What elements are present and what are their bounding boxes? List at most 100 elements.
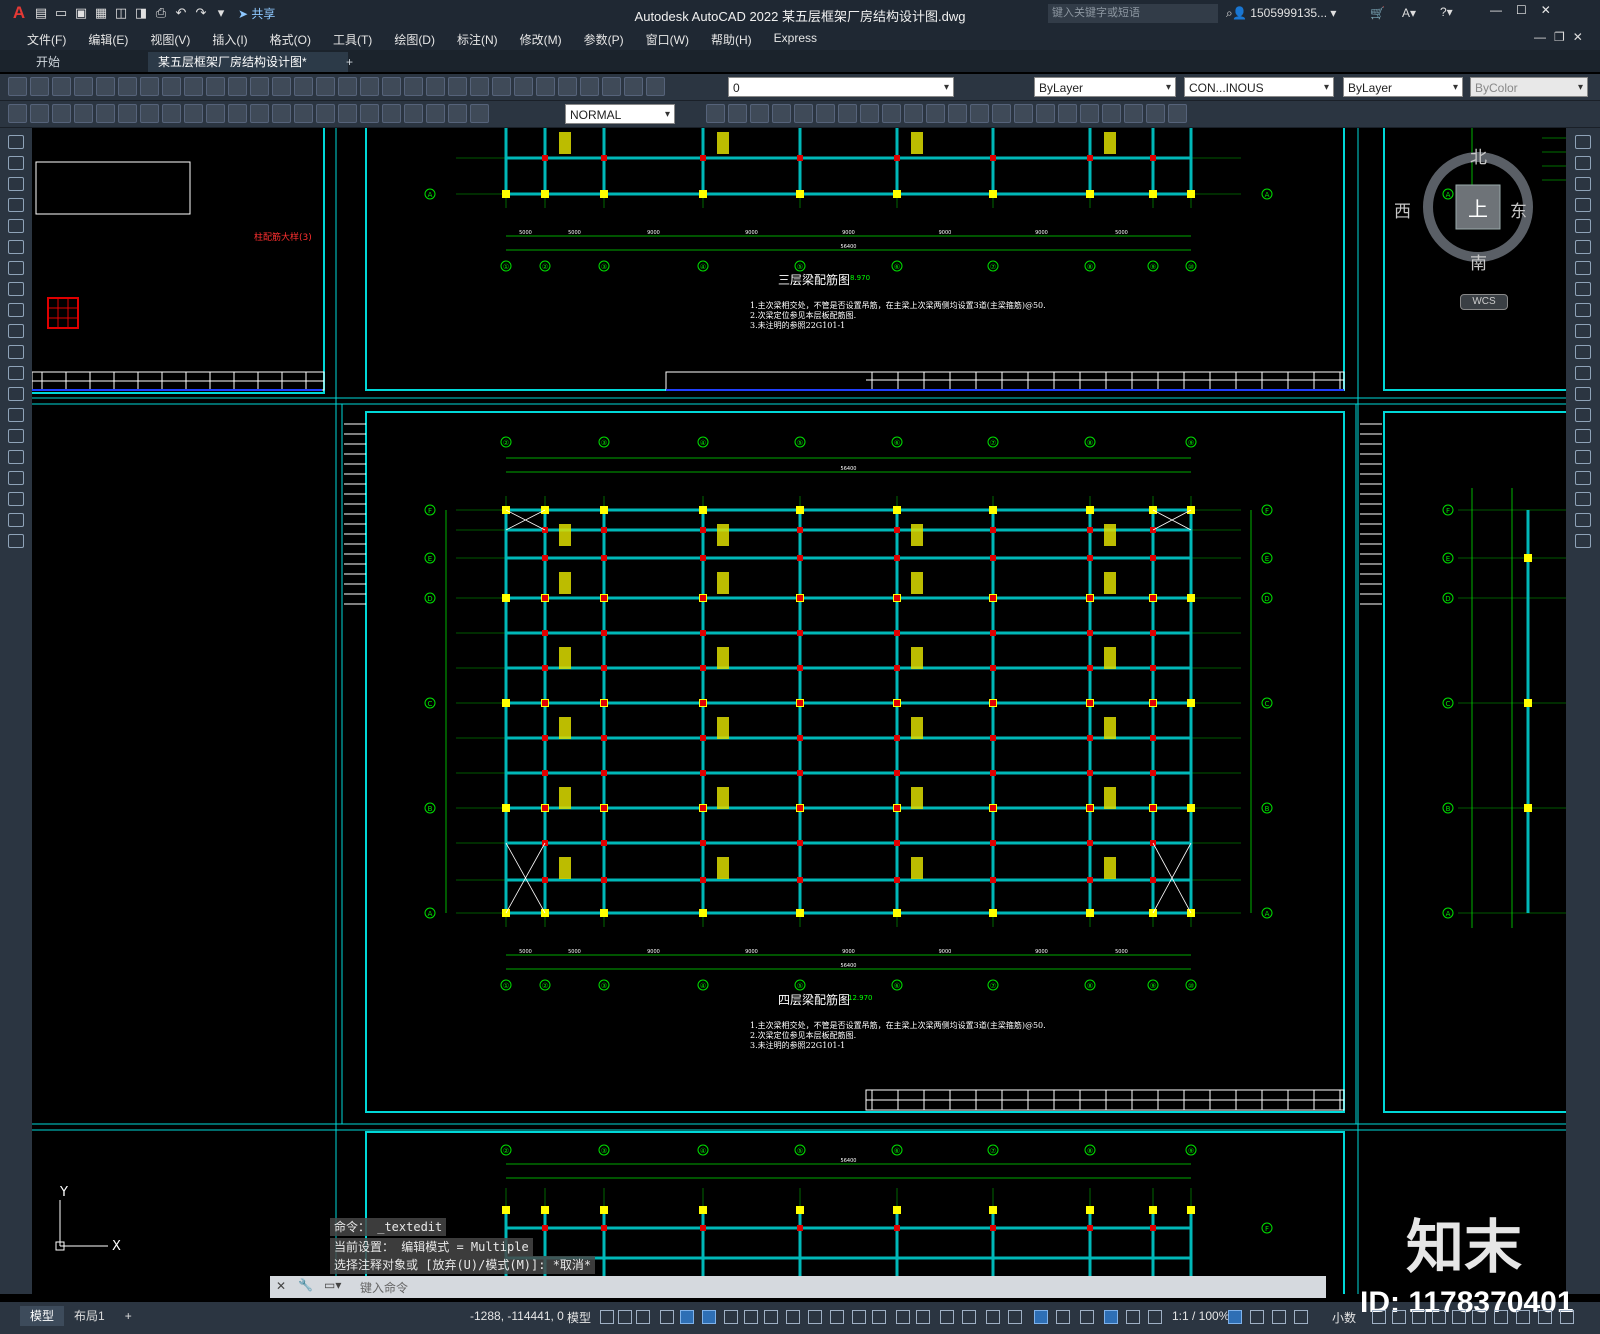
modify-tool-icon[interactable] — [1575, 534, 1591, 548]
status-toggle-icon[interactable] — [1272, 1310, 1286, 1324]
menu-modify[interactable]: 修改(M) — [509, 31, 573, 48]
menu-edit[interactable]: 编辑(E) — [77, 31, 139, 48]
modify-tool-icon[interactable] — [904, 104, 923, 123]
status-toggle-icon[interactable] — [1560, 1310, 1574, 1324]
web-save-icon[interactable]: ◨ — [132, 4, 150, 22]
modify-tool-icon[interactable] — [1575, 219, 1591, 233]
modify-tool-icon[interactable] — [1575, 492, 1591, 506]
status-toggle-icon[interactable] — [1372, 1310, 1386, 1324]
share-button[interactable]: ➤ 共享 — [238, 5, 275, 22]
dim-tool-icon[interactable] — [184, 104, 203, 123]
standard-tool-icon[interactable] — [96, 77, 115, 96]
draw-tool-icon[interactable] — [8, 282, 24, 296]
doc-minimize-icon[interactable]: — — [1534, 30, 1546, 44]
viewcube-top-label[interactable]: 上 — [1468, 193, 1488, 222]
modify-tool-icon[interactable] — [1575, 135, 1591, 149]
layer-dropdown[interactable]: 0 — [728, 77, 954, 98]
standard-tool-icon[interactable] — [624, 77, 643, 96]
modify-tool-icon[interactable] — [1575, 156, 1591, 170]
command-prompt-icon[interactable]: ▭▾ — [324, 1278, 341, 1292]
close-icon[interactable]: ✕ — [1541, 3, 1551, 17]
doc-restore-icon[interactable]: ❐ — [1554, 30, 1565, 44]
draw-tool-icon[interactable] — [8, 534, 24, 548]
annotation-scale[interactable]: 1:1 / 100% — [1172, 1309, 1229, 1323]
modify-tool-icon[interactable] — [1575, 282, 1591, 296]
draw-tool-icon[interactable] — [8, 303, 24, 317]
status-toggle-icon[interactable] — [1494, 1310, 1508, 1324]
modify-tool-icon[interactable] — [794, 104, 813, 123]
status-toggle-icon[interactable] — [636, 1310, 650, 1324]
command-input[interactable]: 键入命令 — [360, 1279, 408, 1296]
modify-tool-icon[interactable] — [838, 104, 857, 123]
standard-tool-icon[interactable] — [580, 77, 599, 96]
menu-format[interactable]: 格式(O) — [259, 31, 322, 48]
standard-tool-icon[interactable] — [184, 77, 203, 96]
status-toggle-icon[interactable] — [1148, 1310, 1162, 1324]
modify-tool-icon[interactable] — [1575, 240, 1591, 254]
status-toggle-icon[interactable] — [808, 1310, 822, 1324]
new-icon[interactable]: ▤ — [32, 4, 50, 22]
modify-tool-icon[interactable] — [816, 104, 835, 123]
draw-tool-icon[interactable] — [8, 177, 24, 191]
linetype-dropdown[interactable]: CON...INOUS — [1184, 77, 1334, 98]
coordinate-readout[interactable]: -1288, -114441, 0 — [470, 1309, 564, 1323]
status-toggle-icon[interactable] — [724, 1310, 738, 1324]
menu-view[interactable]: 视图(V) — [139, 31, 201, 48]
tab-layout1[interactable]: 布局1 — [64, 1306, 115, 1326]
standard-tool-icon[interactable] — [162, 77, 181, 96]
standard-tool-icon[interactable] — [360, 77, 379, 96]
draw-tool-icon[interactable] — [8, 240, 24, 254]
dim-tool-icon[interactable] — [426, 104, 445, 123]
menu-help[interactable]: 帮助(H) — [700, 31, 763, 48]
cart-icon[interactable]: 🛒 — [1370, 6, 1385, 20]
status-toggle-icon[interactable] — [1392, 1310, 1406, 1324]
compass-north[interactable]: 北 — [1470, 143, 1487, 168]
dim-tool-icon[interactable] — [272, 104, 291, 123]
dim-tool-icon[interactable] — [140, 104, 159, 123]
open-icon[interactable]: ▭ — [52, 4, 70, 22]
menu-draw[interactable]: 绘图(D) — [383, 31, 446, 48]
modify-tool-icon[interactable] — [1102, 104, 1121, 123]
standard-tool-icon[interactable] — [448, 77, 467, 96]
modify-tool-icon[interactable] — [1575, 387, 1591, 401]
standard-tool-icon[interactable] — [536, 77, 555, 96]
modify-tool-icon[interactable] — [728, 104, 747, 123]
modify-tool-icon[interactable] — [1575, 408, 1591, 422]
standard-tool-icon[interactable] — [316, 77, 335, 96]
compass-west[interactable]: 西 — [1394, 197, 1411, 222]
dim-tool-icon[interactable] — [206, 104, 225, 123]
draw-tool-icon[interactable] — [8, 408, 24, 422]
color-dropdown[interactable]: ByLayer — [1034, 77, 1176, 98]
status-toggle-icon[interactable] — [660, 1310, 674, 1324]
modify-tool-icon[interactable] — [1575, 261, 1591, 275]
dim-tool-icon[interactable] — [96, 104, 115, 123]
dim-tool-icon[interactable] — [404, 104, 423, 123]
status-toggle-icon[interactable] — [1228, 1310, 1242, 1324]
dim-tool-icon[interactable] — [294, 104, 313, 123]
draw-tool-icon[interactable] — [8, 261, 24, 275]
menu-file[interactable]: 文件(F) — [16, 31, 77, 48]
status-toggle-icon[interactable] — [1412, 1310, 1426, 1324]
status-toggle-icon[interactable] — [702, 1310, 716, 1324]
status-toggle-icon[interactable] — [618, 1310, 632, 1324]
status-toggle-icon[interactable] — [1034, 1310, 1048, 1324]
modify-tool-icon[interactable] — [1080, 104, 1099, 123]
modify-tool-icon[interactable] — [706, 104, 725, 123]
modify-tool-icon[interactable] — [1575, 450, 1591, 464]
menu-dimension[interactable]: 标注(N) — [446, 31, 509, 48]
standard-tool-icon[interactable] — [646, 77, 665, 96]
status-toggle-icon[interactable] — [764, 1310, 778, 1324]
drawing-canvas[interactable]: 柱配筋大样(3) 5000 5000 9000 9000 9000 9000 9000 500… — [32, 128, 1566, 1294]
plot-icon[interactable]: ⎙ — [152, 4, 170, 22]
modify-tool-icon[interactable] — [1575, 324, 1591, 338]
application-menu-icon[interactable]: A — [8, 4, 30, 22]
status-toggle-icon[interactable] — [1008, 1310, 1022, 1324]
doc-close-icon[interactable]: ✕ — [1573, 30, 1583, 44]
user-account-button[interactable]: 👤 1505999135... ▾ — [1232, 6, 1336, 20]
dim-tool-icon[interactable] — [448, 104, 467, 123]
menu-tools[interactable]: 工具(T) — [322, 31, 383, 48]
modify-tool-icon[interactable] — [970, 104, 989, 123]
modify-tool-icon[interactable] — [1168, 104, 1187, 123]
standard-tool-icon[interactable] — [602, 77, 621, 96]
standard-tool-icon[interactable] — [294, 77, 313, 96]
